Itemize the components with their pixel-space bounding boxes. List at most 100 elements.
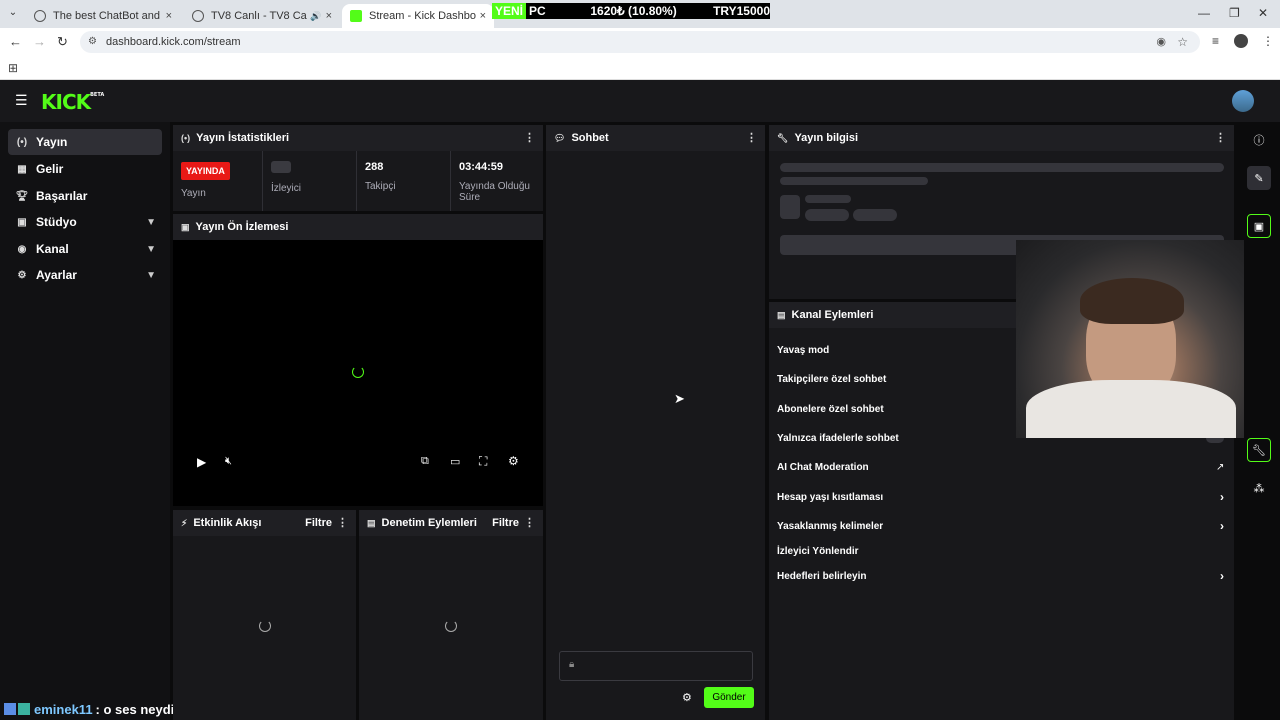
loading-spinner — [352, 366, 364, 378]
edit-icon[interactable]: ✎ — [1247, 166, 1271, 190]
chevron-right-icon[interactable]: › — [1220, 519, 1224, 533]
live-badge: YAYINDA — [181, 162, 230, 180]
play-icon[interactable]: ▶ — [197, 455, 206, 469]
stream-stats-panel: (•) Yayın İstatistikleri ⋮ YAYINDA Yayın… — [173, 125, 543, 211]
maximize-icon[interactable]: ❐ — [1229, 6, 1240, 20]
sidebar-item-yayin[interactable]: (•) Yayın — [8, 129, 162, 155]
sidebar-item-basarilar[interactable]: 🏆︎ Başarılar — [8, 183, 162, 209]
panel-header: 🔧︎ Yayın bilgisi ⋮ — [769, 125, 1234, 151]
badge-icon — [18, 703, 30, 715]
action-followers-only[interactable]: Takipçilere özel sohbet — [777, 374, 886, 385]
action-account-age[interactable]: Hesap yaşı kısıtlaması — [777, 492, 883, 503]
sidebar-item-ayarlar[interactable]: ⚙ Ayarlar ▼ — [8, 262, 162, 288]
more-options-icon[interactable]: ⋮ — [1215, 131, 1226, 144]
send-button[interactable]: Gönder — [704, 687, 754, 708]
chart-icon[interactable]: ↗ — [1216, 462, 1224, 473]
ticker-name: PC — [529, 4, 546, 18]
filter-button[interactable]: Filtre — [492, 517, 519, 529]
tab-search-icon[interactable]: ⌄ — [6, 7, 20, 21]
more-options-icon[interactable]: ⋮ — [746, 131, 757, 144]
mute-icon[interactable]: 🔇︎ — [225, 455, 232, 468]
stat-followers: 288 Takipçi — [357, 151, 451, 211]
gear-icon: ⚙ — [17, 269, 27, 281]
ticker-badge: YENİ — [492, 3, 527, 19]
broadcast-icon: (•) — [16, 136, 28, 148]
globe-icon — [192, 10, 204, 22]
skeleton-block — [780, 195, 800, 219]
hamburger-menu-icon[interactable]: ☰ — [15, 92, 28, 109]
star-icon[interactable]: ☆ — [1177, 31, 1188, 53]
window-close-icon[interactable]: ✕ — [1258, 6, 1268, 20]
preview-toggle-icon[interactable]: ▣ — [1247, 214, 1271, 238]
chat-input[interactable]: 🔒︎ — [559, 651, 753, 681]
back-icon[interactable]: ← — [9, 34, 22, 49]
chat-settings-icon[interactable]: ⚙ — [682, 691, 692, 704]
action-set-goals[interactable]: Hedefleri belirleyin — [777, 571, 866, 582]
reload-icon[interactable]: ↻ — [57, 34, 68, 50]
eye-off-icon[interactable]: ◉ — [1156, 31, 1166, 53]
action-banned-words[interactable]: Yasaklanmış kelimeler — [777, 521, 883, 532]
share-nodes-icon[interactable]: ⁂ — [1247, 476, 1271, 500]
profile-icon[interactable] — [1234, 34, 1248, 48]
user-avatar[interactable] — [1232, 90, 1254, 112]
chevron-down-icon: ▼ — [146, 243, 156, 255]
loading-spinner — [445, 620, 457, 632]
action-ai-moderation[interactable]: AI Chat Moderation — [777, 462, 869, 473]
chevron-right-icon[interactable]: › — [1220, 490, 1224, 504]
sidebar-item-studyo[interactable]: ▣ Stüdyo ▼ — [8, 209, 162, 235]
panel-header: 💬︎ Sohbet ⋮ — [546, 125, 765, 151]
close-icon[interactable]: × — [480, 10, 486, 22]
moderation-icon: ▤ — [367, 517, 376, 528]
kick-logo[interactable]: KICKBETA — [41, 90, 104, 114]
skeleton-line — [780, 177, 928, 185]
activity-feed-panel: ⚡︎ Etkinlik Akışı Filtre ⋮ — [173, 510, 356, 720]
chevron-down-icon: ▼ — [146, 269, 156, 281]
sidebar-item-kanal[interactable]: ◉ Kanal ▼ — [8, 236, 162, 262]
panel-header: ▤ Denetim Eylemleri Filtre ⋮ — [359, 510, 543, 536]
browser-tab-chatbot[interactable]: The best ChatBot and Widgets × — [26, 4, 180, 28]
chevron-right-icon[interactable]: › — [1220, 569, 1224, 583]
fullscreen-icon[interactable]: ⛶ — [479, 454, 487, 469]
webcam-overlay — [1016, 240, 1244, 438]
address-bar-row: ← → ↻ ⚙ dashboard.kick.com/stream ◉ ☆ ≡ … — [0, 28, 1280, 56]
panel-header: (•) Yayın İstatistikleri ⋮ — [173, 125, 543, 151]
ticker-change: 1620₺ (10.80%) — [590, 4, 677, 18]
wrench-toggle-icon[interactable]: 🔧︎ — [1247, 438, 1271, 462]
browser-tab-bar: ⌄ The best ChatBot and Widgets × TV8 Can… — [0, 0, 1280, 28]
moderation-actions-panel: ▤ Denetim Eylemleri Filtre ⋮ — [359, 510, 543, 720]
url-field[interactable]: ⚙ dashboard.kick.com/stream ◉ ☆ — [80, 31, 1200, 53]
site-info-icon[interactable]: ⚙ — [88, 31, 97, 53]
forward-icon[interactable]: → — [33, 34, 46, 49]
more-options-icon[interactable]: ⋮ — [524, 516, 535, 529]
sidebar-item-gelir[interactable]: ▦ Gelir — [8, 156, 162, 182]
filter-button[interactable]: Filtre — [305, 517, 332, 529]
revenue-icon: ▦ — [17, 163, 27, 175]
stream-preview-panel: ▣ Yayın Ön İzlemesi ▶ 🔇︎ ⧉ ▭ ⛶ ⚙ — [173, 214, 543, 506]
tab-list-icon[interactable]: ≡ — [1212, 34, 1219, 48]
lightning-icon: ⚡︎ — [181, 517, 188, 528]
theater-mode-icon[interactable]: ▭ — [450, 455, 460, 468]
minimize-icon[interactable]: — — [1198, 6, 1210, 20]
apps-grid-icon[interactable]: ⊞ — [8, 61, 18, 75]
info-icon[interactable]: ⓘ — [1247, 128, 1271, 152]
browser-tab-tv8[interactable]: TV8 Canlı - TV8 Canlı Yayın 🔊 × — [184, 4, 340, 28]
action-emotes-only[interactable]: Yalnızca ifadelerle sohbet — [777, 433, 899, 444]
broadcast-icon: (•) — [181, 133, 191, 143]
browser-menu-icon[interactable]: ⋮ — [1262, 34, 1274, 48]
preview-icon: ▣ — [181, 221, 190, 232]
skeleton-line — [805, 195, 851, 203]
action-slow-mode[interactable]: Yavaş mod — [777, 345, 829, 356]
chat-panel: 💬︎ Sohbet ⋮ ➤ 🔒︎ ⚙ Gönder — [546, 125, 765, 720]
close-icon[interactable]: × — [166, 10, 172, 22]
browser-tab-kick[interactable]: Stream - Kick Dashboard × — [342, 4, 494, 28]
action-raid[interactable]: İzleyici Yönlendir — [777, 546, 859, 557]
price-ticker: YENİ PC 1620₺ (10.80%) TRY15000 — [492, 3, 770, 19]
more-options-icon[interactable]: ⋮ — [337, 516, 348, 529]
picture-in-picture-icon[interactable]: ⧉ — [421, 455, 429, 468]
close-icon[interactable]: × — [326, 10, 332, 22]
settings-icon[interactable]: ⚙ — [508, 454, 519, 468]
loading-spinner — [259, 620, 271, 632]
more-options-icon[interactable]: ⋮ — [524, 131, 535, 144]
action-subscribers-only[interactable]: Abonelere özel sohbet — [777, 404, 884, 415]
speaker-icon[interactable]: 🔊 — [310, 11, 321, 22]
